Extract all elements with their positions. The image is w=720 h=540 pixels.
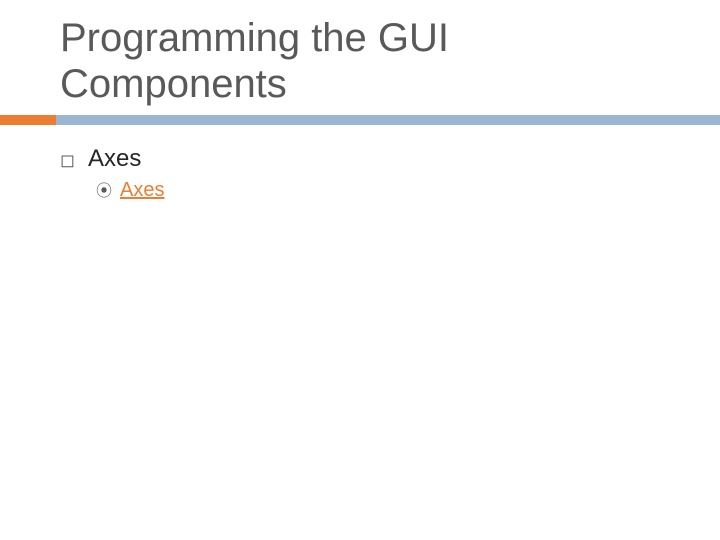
accent-rule-orange — [0, 115, 56, 125]
title-rule — [0, 115, 720, 125]
list-item-label: Axes — [88, 145, 141, 173]
page-title: Programming the GUI Components — [60, 15, 680, 107]
slide: Programming the GUI Components ◻ Axes ⦿ … — [0, 0, 720, 540]
accent-rule-blue — [56, 115, 720, 125]
list-item: ⦿ Axes — [96, 179, 680, 202]
list-item: ◻ Axes — [60, 145, 680, 173]
square-bullet-icon: ◻ — [60, 148, 88, 172]
axes-link[interactable]: Axes — [120, 179, 164, 202]
circle-dot-bullet-icon: ⦿ — [96, 182, 120, 202]
body-content: ◻ Axes ⦿ Axes — [60, 145, 680, 202]
